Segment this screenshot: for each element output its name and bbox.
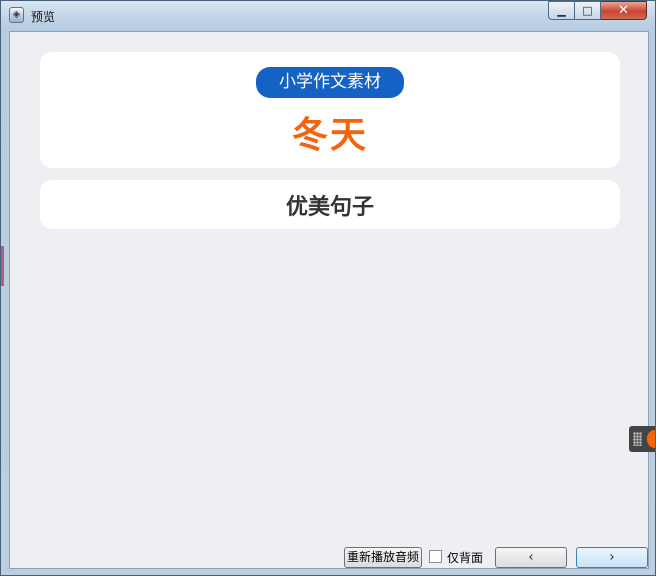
section-card: 优美句子 — [40, 180, 620, 229]
preview-window: ◈ 预览 ▁ □ ✕ 小学作文素材 冬天 优美句子 重新播放音频 仅背面 ‹ › — [0, 0, 656, 576]
left-edge-accent — [1, 246, 4, 286]
card-content-area: 小学作文素材 冬天 优美句子 重新播放音频 仅背面 ‹ › — [9, 31, 649, 569]
back-only-label[interactable]: 仅背面 — [447, 549, 483, 566]
minimize-icon: ▁ — [557, 4, 566, 17]
side-badge — [647, 430, 655, 448]
category-badge: 小学作文素材 — [256, 67, 404, 98]
maximize-icon: □ — [582, 4, 593, 17]
back-only-checkbox[interactable] — [429, 550, 442, 563]
grip-icon — [633, 432, 642, 446]
side-floating-tab[interactable] — [629, 426, 655, 452]
window-title: 预览 — [31, 10, 56, 24]
app-icon: ◈ — [9, 7, 24, 23]
section-title: 优美句子 — [285, 195, 374, 220]
title-bar[interactable]: ◈ 预览 ▁ □ ✕ — [1, 1, 655, 31]
next-button[interactable]: › — [576, 547, 648, 568]
header-card: 小学作文素材 冬天 — [40, 52, 620, 168]
window-controls: ▁ □ ✕ — [548, 1, 647, 21]
card-title: 冬天 — [291, 115, 368, 156]
chevron-right-icon: › — [609, 550, 615, 565]
close-icon: ✕ — [618, 3, 629, 18]
chevron-left-icon: ‹ — [528, 550, 534, 565]
replay-audio-button[interactable]: 重新播放音频 — [344, 547, 422, 568]
maximize-button[interactable]: □ — [575, 1, 601, 20]
minimize-button[interactable]: ▁ — [548, 1, 575, 20]
close-button[interactable]: ✕ — [601, 1, 647, 20]
previous-button[interactable]: ‹ — [495, 547, 567, 568]
